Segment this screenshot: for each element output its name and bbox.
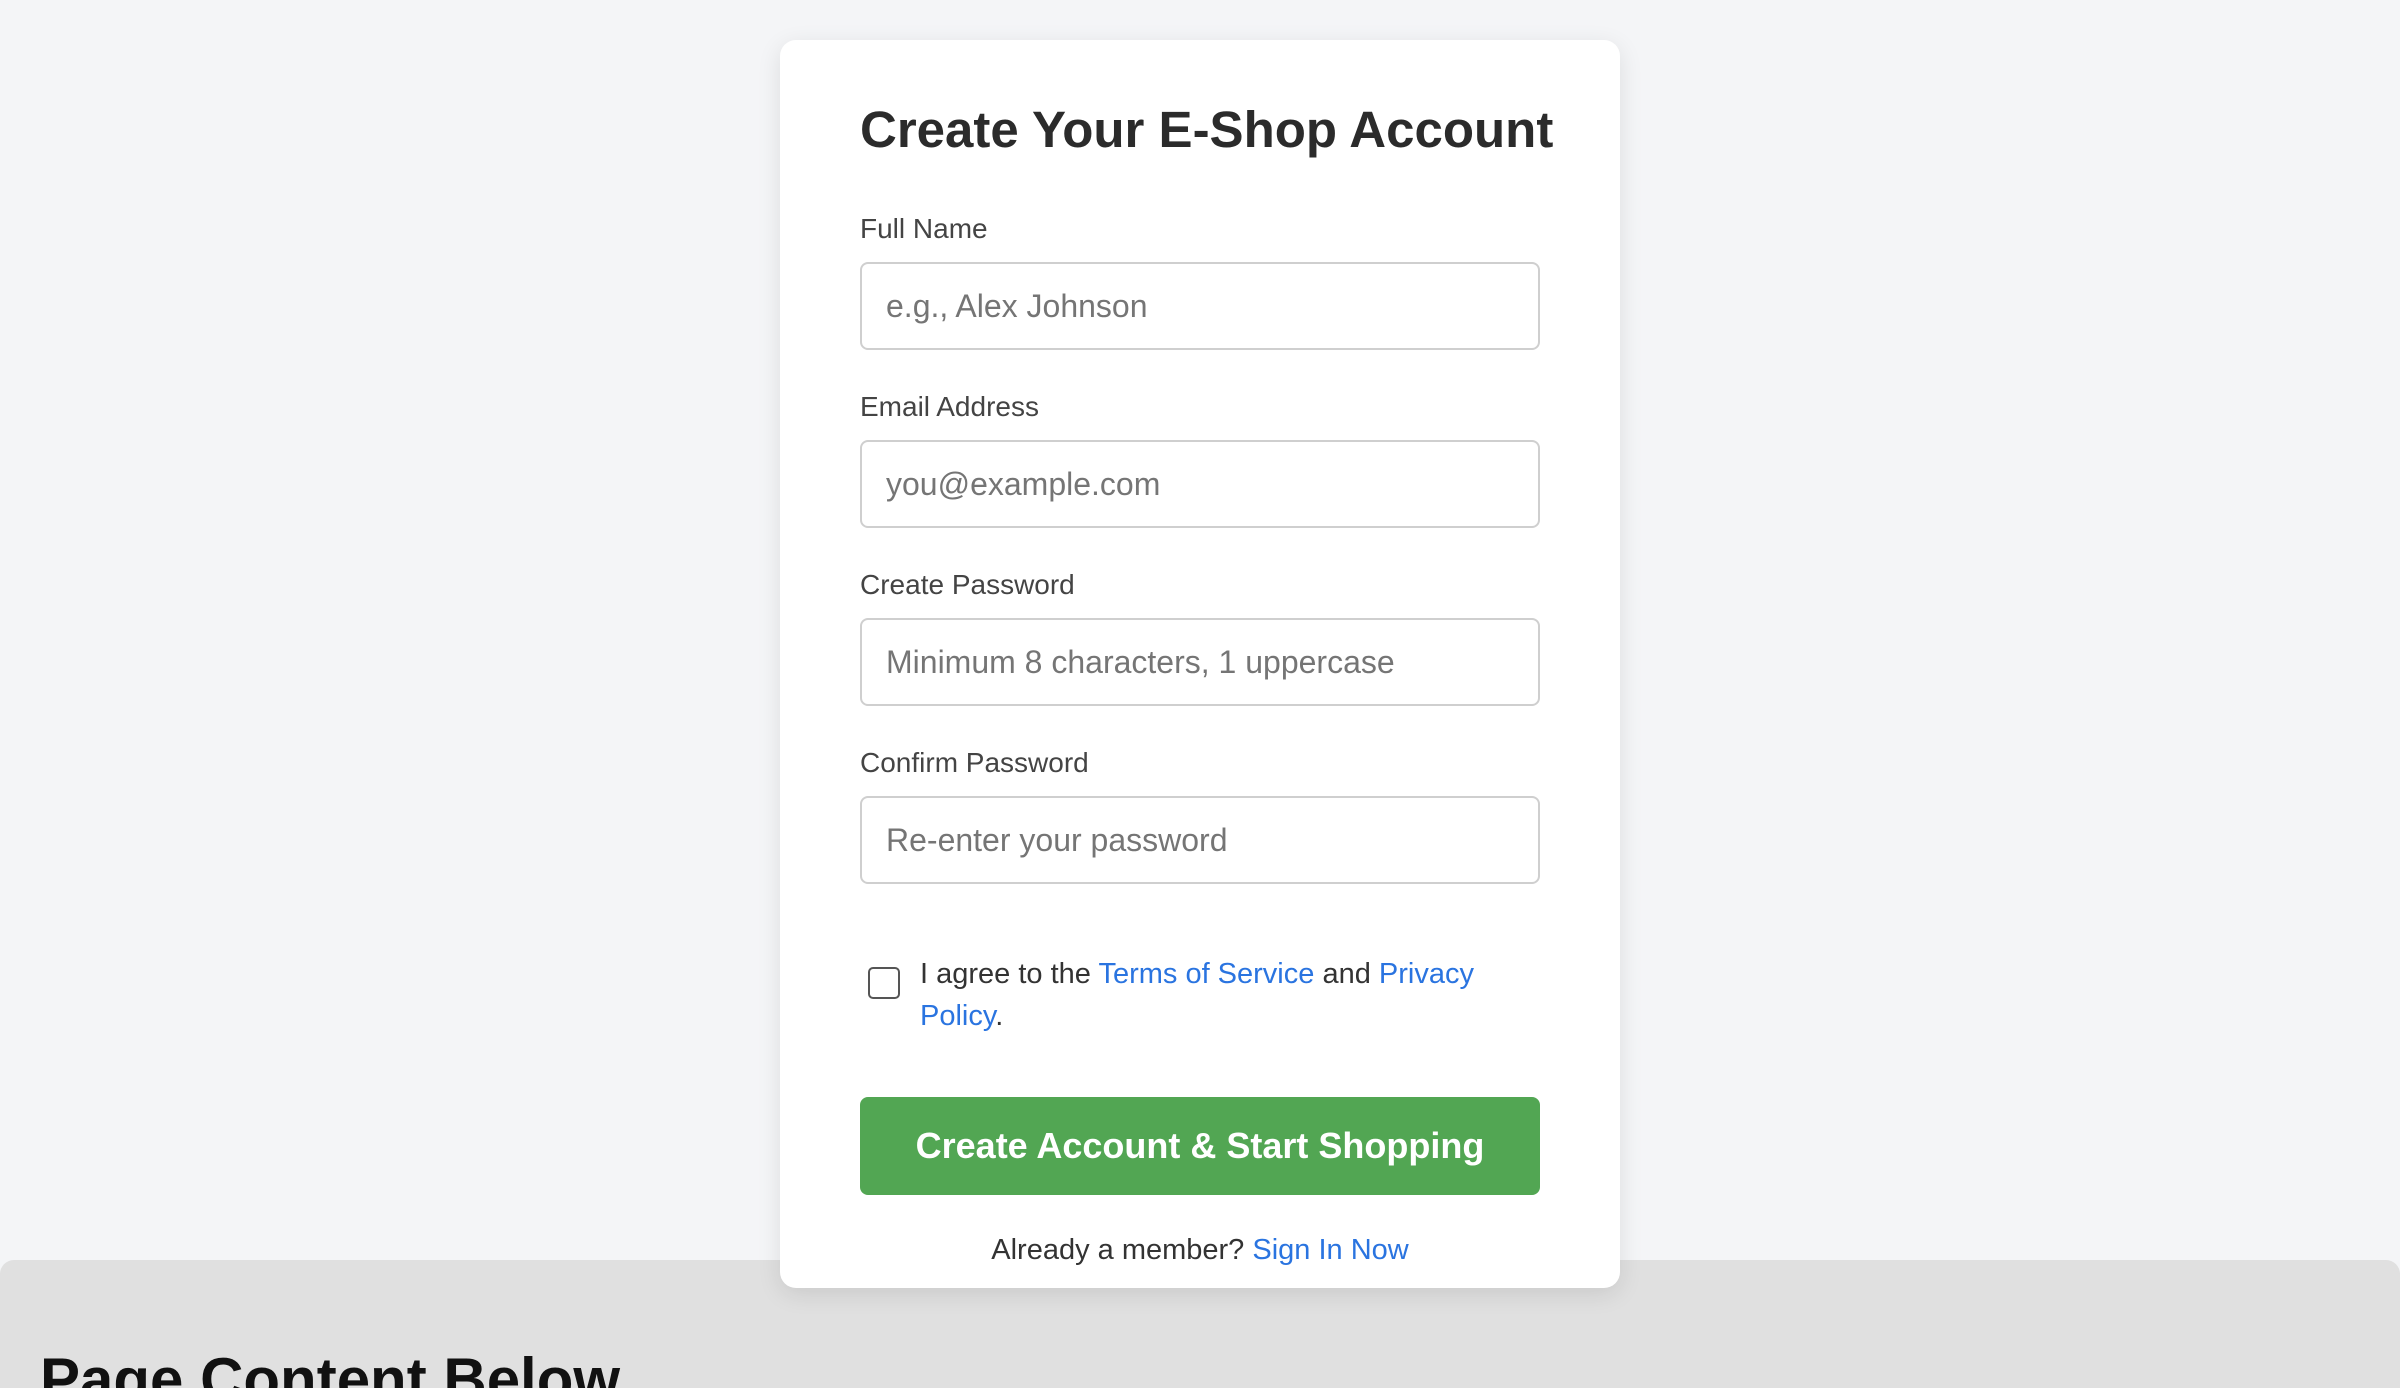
confirm-password-label: Confirm Password bbox=[860, 747, 1089, 778]
full-name-input[interactable] bbox=[860, 262, 1540, 350]
email-label: Email Address bbox=[860, 391, 1039, 422]
terms-of-service-link[interactable]: Terms of Service bbox=[1098, 958, 1314, 990]
terms-text: I agree to the Terms of Service and Priv… bbox=[920, 945, 1500, 1037]
terms-suffix: . bbox=[995, 1000, 1004, 1032]
signup-card: Create Your E-Shop Account Full Name Ema… bbox=[780, 40, 1620, 1288]
confirm-password-group: Confirm Password bbox=[860, 746, 1540, 884]
confirm-password-input[interactable] bbox=[860, 796, 1540, 884]
full-name-label: Full Name bbox=[860, 213, 988, 244]
create-password-label: Create Password bbox=[860, 569, 1075, 600]
page: Page Content Below Create Your E-Shop Ac… bbox=[0, 0, 2400, 1388]
sign-in-link[interactable]: Sign In Now bbox=[1252, 1234, 1408, 1266]
create-password-group: Create Password bbox=[860, 568, 1540, 706]
terms-checkbox[interactable] bbox=[868, 967, 900, 999]
page-content-below-title: Page Content Below bbox=[40, 1346, 621, 1388]
terms-prefix: I agree to the bbox=[920, 958, 1099, 990]
signup-title: Create Your E-Shop Account bbox=[860, 101, 1554, 158]
signin-prompt: Already a member? bbox=[991, 1234, 1253, 1266]
email-group: Email Address bbox=[860, 390, 1540, 528]
full-name-group: Full Name bbox=[860, 212, 1540, 350]
terms-agreement: I agree to the Terms of Service and Priv… bbox=[860, 945, 1540, 1037]
terms-conjunction: and bbox=[1314, 958, 1379, 990]
signin-row: Already a member? Sign In Now bbox=[860, 1230, 1540, 1270]
create-password-input[interactable] bbox=[860, 618, 1540, 706]
create-account-button[interactable]: Create Account & Start Shopping bbox=[860, 1097, 1540, 1195]
email-input[interactable] bbox=[860, 440, 1540, 528]
